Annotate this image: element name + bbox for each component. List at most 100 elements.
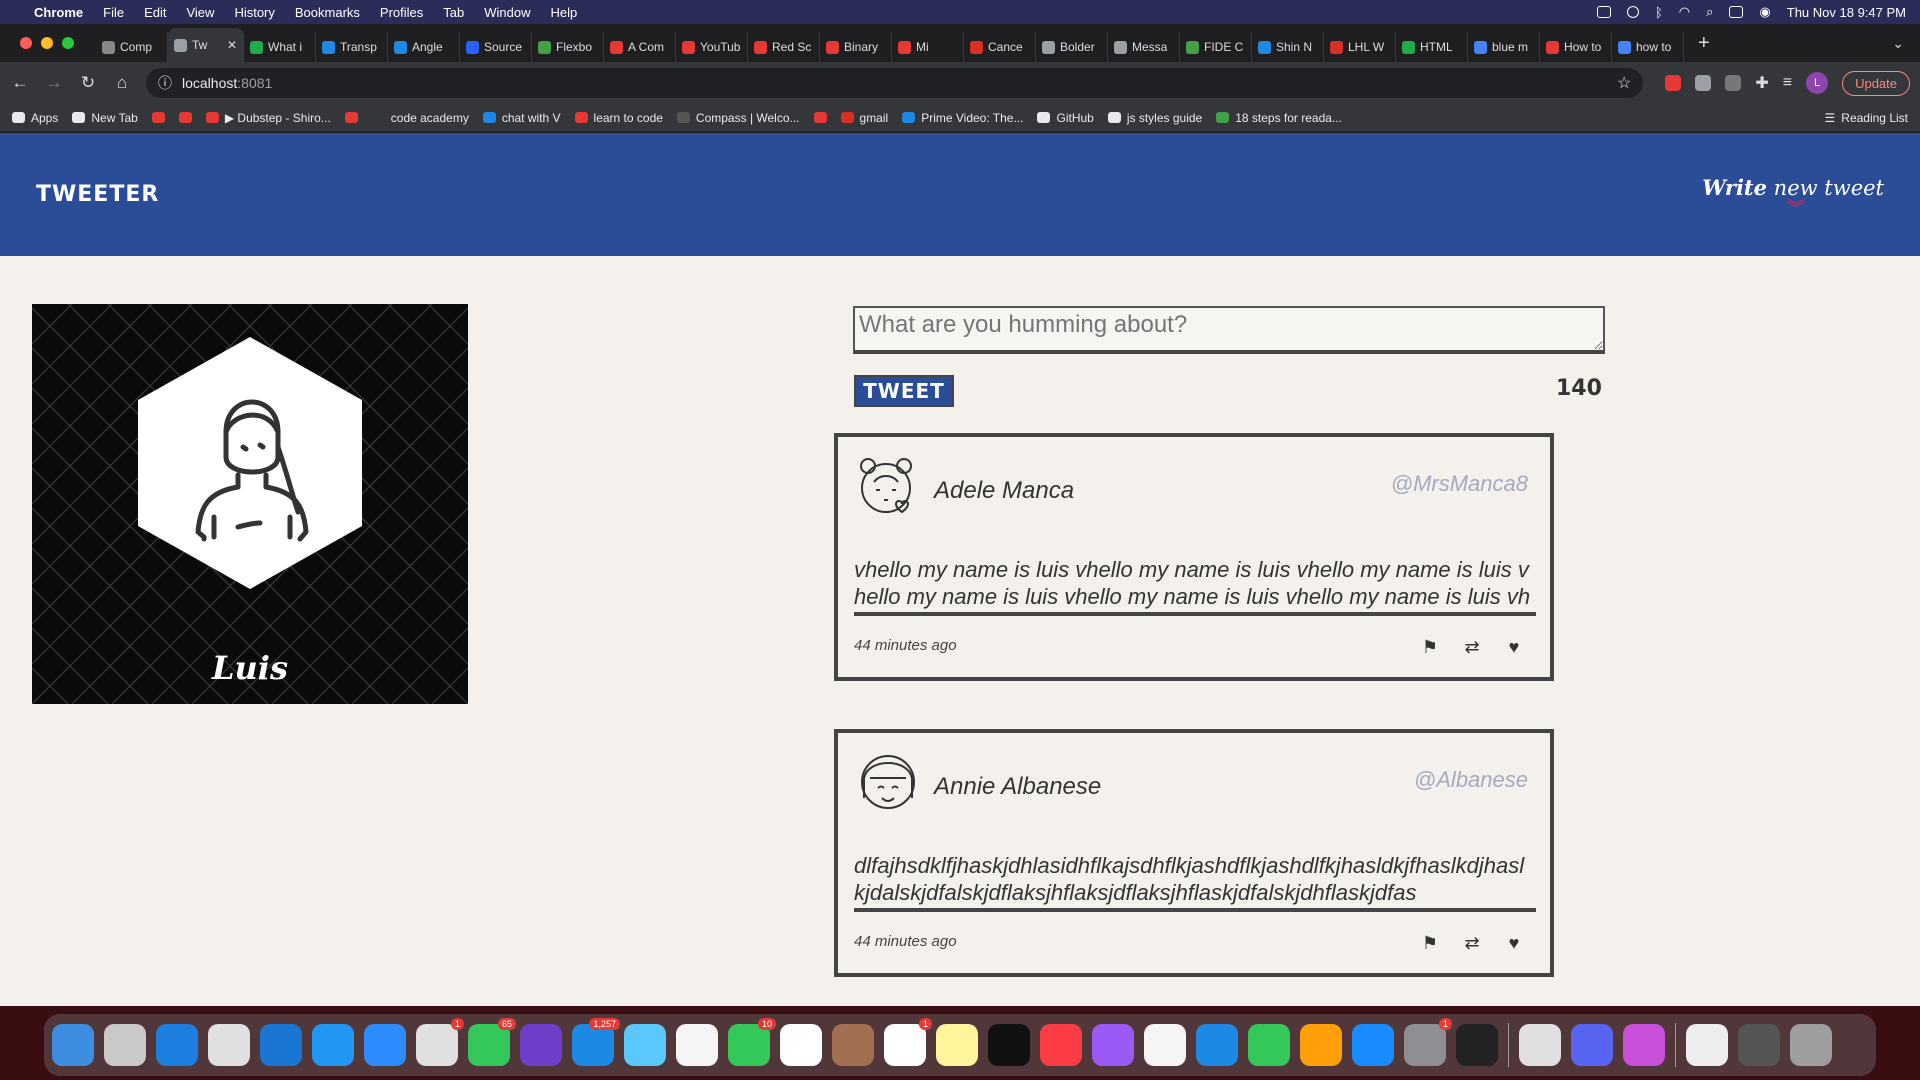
- dock-app-icon[interactable]: [676, 1024, 718, 1066]
- menu-file[interactable]: File: [103, 5, 124, 20]
- extension-icon[interactable]: [1725, 75, 1742, 91]
- browser-tab[interactable]: YouTub: [676, 32, 748, 62]
- bookmark-item[interactable]: learn to code: [574, 111, 663, 125]
- dock-app-icon[interactable]: [104, 1024, 146, 1066]
- bookmark-item[interactable]: [813, 112, 827, 123]
- menu-tab[interactable]: Tab: [443, 5, 464, 20]
- browser-tab[interactable]: Red Sc: [748, 32, 820, 62]
- heart-icon[interactable]: ♥: [1504, 933, 1524, 953]
- control-center-icon[interactable]: [1729, 6, 1744, 18]
- dock-app-icon[interactable]: [1790, 1024, 1832, 1066]
- menu-app-name[interactable]: Chrome: [34, 5, 83, 20]
- screen-record-icon[interactable]: [1596, 6, 1611, 18]
- dock-app-icon[interactable]: [1519, 1024, 1561, 1066]
- media-control-icon[interactable]: ≡: [1783, 74, 1792, 92]
- retweet-icon[interactable]: ⇄: [1462, 933, 1482, 953]
- bookmark-item[interactable]: Prime Video: The...: [902, 111, 1023, 125]
- wifi-icon[interactable]: ◠: [1679, 4, 1690, 20]
- dock-app-icon[interactable]: 1,257: [572, 1018, 620, 1066]
- play-icon[interactable]: [1626, 6, 1639, 18]
- dock-app-icon[interactable]: [1040, 1024, 1082, 1066]
- browser-tab[interactable]: How to: [1540, 32, 1612, 62]
- browser-tab[interactable]: What i: [244, 32, 316, 62]
- bookmark-item[interactable]: 18 steps for reada...: [1216, 111, 1342, 125]
- menu-help[interactable]: Help: [551, 5, 578, 20]
- dock-app-icon[interactable]: [1300, 1024, 1342, 1066]
- dock-app-icon[interactable]: [936, 1024, 978, 1066]
- browser-tab[interactable]: Mi: [892, 32, 964, 62]
- menu-window[interactable]: Window: [484, 5, 530, 20]
- tab-search-icon[interactable]: ⌄: [1892, 35, 1904, 52]
- close-tab-icon[interactable]: ✕: [227, 38, 237, 52]
- menu-edit[interactable]: Edit: [144, 5, 166, 20]
- browser-tab[interactable]: LHL W: [1324, 32, 1396, 62]
- home-icon[interactable]: ⌂: [112, 73, 132, 93]
- browser-tab[interactable]: Shin N: [1252, 32, 1324, 62]
- dock-app-icon[interactable]: [1738, 1024, 1780, 1066]
- bookmark-star-icon[interactable]: ☆: [1617, 73, 1631, 93]
- dock-app-icon[interactable]: [1352, 1024, 1394, 1066]
- reload-icon[interactable]: ↻: [78, 73, 98, 93]
- write-new-tweet-toggle[interactable]: Write new tweet ︾: [1702, 175, 1884, 218]
- siri-icon[interactable]: ◉: [1759, 4, 1770, 20]
- back-icon[interactable]: ←: [10, 73, 30, 93]
- extension-icon[interactable]: [1665, 75, 1682, 91]
- browser-tab[interactable]: Angle: [388, 32, 460, 62]
- dock-app-icon[interactable]: [832, 1024, 874, 1066]
- dock-app-icon[interactable]: 10: [728, 1018, 776, 1066]
- update-button[interactable]: Update: [1842, 70, 1910, 96]
- bookmark-item[interactable]: [344, 112, 358, 123]
- dock-app-icon[interactable]: [156, 1024, 198, 1066]
- menu-profiles[interactable]: Profiles: [380, 5, 423, 20]
- bookmark-item[interactable]: chat with V: [482, 111, 561, 125]
- dock-app-icon[interactable]: [624, 1024, 666, 1066]
- dock-app-icon[interactable]: [312, 1024, 354, 1066]
- clock[interactable]: Thu Nov 18 9:47 PM: [1787, 5, 1906, 20]
- bookmark-item[interactable]: Apps: [12, 111, 58, 125]
- bookmark-item[interactable]: [178, 112, 192, 123]
- retweet-icon[interactable]: ⇄: [1462, 637, 1482, 657]
- browser-tab[interactable]: Transp: [316, 32, 388, 62]
- spotlight-icon[interactable]: ⌕: [1706, 4, 1713, 20]
- brand-logo[interactable]: TWEETER: [36, 182, 159, 207]
- forward-icon[interactable]: →: [44, 73, 64, 93]
- dock-app-icon[interactable]: [208, 1024, 250, 1066]
- flag-icon[interactable]: ⚑: [1420, 933, 1440, 953]
- address-bar[interactable]: ⓘ localhost:8081 ☆: [146, 68, 1644, 98]
- browser-tab[interactable]: FIDE C: [1180, 32, 1252, 62]
- dock-app-icon[interactable]: [1571, 1024, 1613, 1066]
- new-tab-icon[interactable]: +: [1698, 32, 1710, 55]
- dock-app-icon[interactable]: [1623, 1024, 1665, 1066]
- close-window-icon[interactable]: [20, 37, 32, 49]
- site-info-icon[interactable]: ⓘ: [158, 73, 172, 93]
- dock-app-icon[interactable]: [520, 1024, 562, 1066]
- tweet-submit-button[interactable]: TWEET: [854, 375, 954, 407]
- dock-app-icon[interactable]: [1144, 1024, 1186, 1066]
- profile-avatar[interactable]: L: [1806, 72, 1829, 94]
- tweet-handle[interactable]: @MrsManca8: [1391, 471, 1528, 497]
- dock-app-icon[interactable]: 1: [416, 1018, 464, 1066]
- tweet-text-input[interactable]: [853, 306, 1605, 354]
- dock-app-icon[interactable]: [260, 1024, 302, 1066]
- bookmark-item[interactable]: code academy: [371, 111, 469, 125]
- browser-tab[interactable]: Tw ✕: [168, 28, 244, 62]
- dock-app-icon[interactable]: [1196, 1024, 1238, 1066]
- browser-tab[interactable]: blue m: [1468, 32, 1540, 62]
- url-text[interactable]: localhost:8081: [182, 75, 272, 91]
- extension-icon[interactable]: [1695, 75, 1712, 91]
- dock-app-icon[interactable]: 1: [1404, 1018, 1452, 1066]
- minimize-window-icon[interactable]: [41, 37, 53, 49]
- menu-history[interactable]: History: [234, 5, 274, 20]
- bookmark-item[interactable]: Compass | Welco...: [676, 111, 800, 125]
- browser-tab[interactable]: Cance: [964, 32, 1036, 62]
- browser-tab[interactable]: HTML: [1396, 32, 1468, 62]
- dock-app-icon[interactable]: [52, 1024, 94, 1066]
- dock-app-icon[interactable]: [988, 1024, 1030, 1066]
- dock-app-icon[interactable]: [1248, 1024, 1290, 1066]
- dock-app-icon[interactable]: [1092, 1024, 1134, 1066]
- bookmark-item[interactable]: GitHub: [1037, 111, 1094, 125]
- bookmark-item[interactable]: gmail: [840, 111, 888, 125]
- dock-app-icon[interactable]: 1: [884, 1018, 932, 1066]
- menu-view[interactable]: View: [186, 5, 214, 20]
- browser-tab[interactable]: Binary: [820, 32, 892, 62]
